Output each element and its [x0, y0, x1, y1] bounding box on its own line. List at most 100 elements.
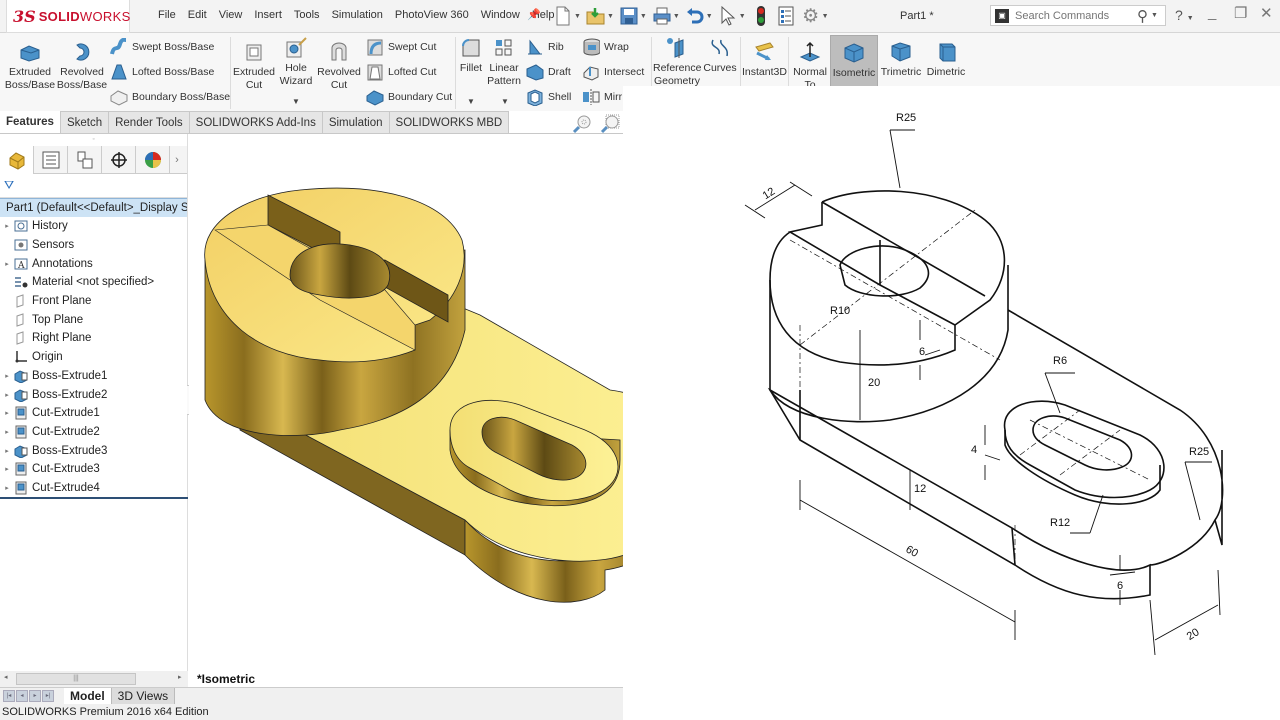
expand-arrow-icon[interactable]: ▸ [0, 409, 14, 417]
isometric-button[interactable]: Isometric [830, 35, 878, 87]
help-button[interactable]: ? ▼ [1175, 7, 1194, 23]
rebuild-button[interactable] [751, 4, 771, 28]
boundary-cut-button[interactable]: Boundary Cut [366, 87, 452, 107]
scroll-left-icon[interactable]: ◂ [4, 673, 8, 681]
normal-to-button[interactable]: Normal To [790, 41, 830, 91]
close-button[interactable]: ✕ [1260, 4, 1273, 22]
menu-tools[interactable]: Tools [288, 9, 326, 21]
restore-button[interactable]: ❐ [1234, 4, 1247, 22]
panel-grip[interactable]: ◦ [0, 134, 187, 146]
chevron-down-icon[interactable]: ▼ [574, 13, 581, 20]
lofted-boss-button[interactable]: Lofted Boss/Base [110, 62, 214, 82]
pin-menu-icon[interactable]: 📌 [527, 8, 541, 21]
save-button[interactable]: ▼ [619, 4, 647, 28]
tab-model[interactable]: Model [64, 687, 111, 705]
search-scope-icon[interactable]: ▣ [995, 8, 1009, 23]
chevron-down-icon[interactable]: ▼ [1151, 12, 1158, 19]
chevron-down-icon[interactable]: ▼ [673, 13, 680, 20]
hole-wizard-button[interactable]: Hole Wizard [276, 37, 316, 87]
rib-button[interactable]: Rib [526, 37, 564, 57]
configuration-manager-tab[interactable] [68, 146, 102, 174]
tree-item-top-plane[interactable]: Top Plane [0, 310, 187, 329]
instant3d-button[interactable]: Instant3D [742, 41, 787, 79]
chevron-down-icon[interactable]: ▼ [739, 13, 746, 20]
menu-photoview[interactable]: PhotoView 360 [389, 9, 475, 21]
search-commands[interactable]: ▣ ⚲ ▼ [990, 5, 1166, 26]
menu-insert[interactable]: Insert [248, 9, 288, 21]
chevron-down-icon[interactable]: ▼ [640, 13, 647, 20]
scrollbar-thumb[interactable]: ||| [16, 673, 136, 685]
tree-item-cut-extrude2[interactable]: ▸ Cut-Extrude2 [0, 423, 187, 442]
3d-model-render[interactable] [189, 134, 689, 687]
tab-solidworks-mbd[interactable]: SOLIDWORKS MBD [389, 111, 510, 133]
expand-arrow-icon[interactable]: ▸ [0, 447, 14, 455]
curves-button[interactable]: Curves [702, 37, 738, 75]
menu-simulation[interactable]: Simulation [326, 9, 389, 21]
new-document-button[interactable]: ▼ [553, 4, 581, 28]
next-tab-icon[interactable]: ▸ [29, 690, 41, 702]
fillet-button[interactable]: Fillet [457, 37, 485, 75]
tree-item-sensors[interactable]: Sensors [0, 236, 187, 255]
chevron-down-icon[interactable]: ▼ [607, 13, 614, 20]
tree-item-cut-extrude4[interactable]: ▸ Cut-Extrude4 [0, 479, 187, 498]
prev-tab-icon[interactable]: ◂ [16, 690, 28, 702]
expand-arrow-icon[interactable]: ▸ [0, 222, 14, 230]
solidworks-logo[interactable]: 3S SOLIDWORKS [6, 0, 130, 33]
feature-manager-tab[interactable] [0, 146, 34, 174]
shell-button[interactable]: Shell [526, 87, 571, 107]
display-manager-tab[interactable] [136, 146, 170, 174]
file-properties-button[interactable] [776, 4, 796, 28]
search-icon[interactable]: ⚲ [1137, 7, 1148, 25]
expand-arrow-icon[interactable]: ▸ [0, 372, 14, 380]
minimize-button[interactable]: _ [1208, 4, 1216, 21]
mirror-button[interactable]: Mirr [582, 87, 622, 107]
first-tab-icon[interactable]: |◂ [3, 690, 15, 702]
trimetric-button[interactable]: Trimetric [878, 41, 924, 79]
menu-view[interactable]: View [213, 9, 249, 21]
swept-boss-button[interactable]: Swept Boss/Base [110, 37, 214, 57]
menu-file[interactable]: File [152, 9, 182, 21]
tree-item-front-plane[interactable]: Front Plane [0, 292, 187, 311]
print-button[interactable]: ▼ [652, 4, 680, 28]
menu-window[interactable]: Window [475, 9, 526, 21]
tree-item-boss-extrude2[interactable]: ▸ Boss-Extrude2 [0, 385, 187, 404]
tab-3d-views[interactable]: 3D Views [110, 687, 176, 705]
fillet-dropdown-icon[interactable]: ▼ [467, 97, 475, 106]
intersect-button[interactable]: Intersect [582, 62, 644, 82]
rollback-bar[interactable] [0, 497, 188, 500]
options-button[interactable]: ⚙ ▼ [801, 4, 829, 28]
tab-simulation[interactable]: Simulation [322, 111, 390, 133]
boundary-boss-button[interactable]: Boundary Boss/Base [110, 87, 230, 107]
last-tab-icon[interactable]: ▸| [42, 690, 54, 702]
revolved-boss-button[interactable]: Revolved Boss/Base [56, 41, 108, 91]
tree-item-origin[interactable]: Origin [0, 348, 187, 367]
expand-arrow-icon[interactable]: ▸ [0, 484, 14, 492]
dimxpert-manager-tab[interactable] [102, 146, 136, 174]
tree-item-boss-extrude3[interactable]: ▸ Boss-Extrude3 [0, 441, 187, 460]
draft-button[interactable]: Draft [526, 62, 571, 82]
tree-item-history[interactable]: ▸ History [0, 217, 187, 236]
expand-arrow-icon[interactable]: ▸ [0, 260, 14, 268]
tree-item-cut-extrude1[interactable]: ▸ Cut-Extrude1 [0, 404, 187, 423]
search-input[interactable] [1015, 9, 1135, 22]
swept-cut-button[interactable]: Swept Cut [366, 37, 436, 57]
lofted-cut-button[interactable]: Lofted Cut [366, 62, 436, 82]
dimetric-button[interactable]: Dimetric [924, 41, 968, 79]
hole-wizard-dropdown-icon[interactable]: ▼ [292, 97, 300, 106]
linear-pattern-dropdown-icon[interactable]: ▼ [501, 97, 509, 106]
tree-item-right-plane[interactable]: Right Plane [0, 329, 187, 348]
tree-root-part1[interactable]: Part1 (Default<<Default>_Display State 1… [0, 198, 187, 217]
tree-item-boss-extrude1[interactable]: ▸ Boss-Extrude1 [0, 367, 187, 386]
scroll-right-icon[interactable]: ▸ [178, 673, 182, 681]
tab-features[interactable]: Features [0, 111, 61, 133]
tree-item-material-not-specified[interactable]: Material <not specified> [0, 273, 187, 292]
expand-arrow-icon[interactable]: ▸ [0, 391, 14, 399]
menu-edit[interactable]: Edit [182, 9, 213, 21]
chevron-down-icon[interactable]: ▼ [822, 13, 829, 20]
tree-item-cut-extrude3[interactable]: ▸ Cut-Extrude3 [0, 460, 187, 479]
open-button[interactable]: ▼ [586, 4, 614, 28]
tab-solidworks-add-ins[interactable]: SOLIDWORKS Add-Ins [189, 111, 323, 133]
tab-sketch[interactable]: Sketch [60, 111, 110, 133]
wrap-button[interactable]: Wrap [582, 37, 629, 57]
select-button[interactable]: ▼ [718, 4, 746, 28]
